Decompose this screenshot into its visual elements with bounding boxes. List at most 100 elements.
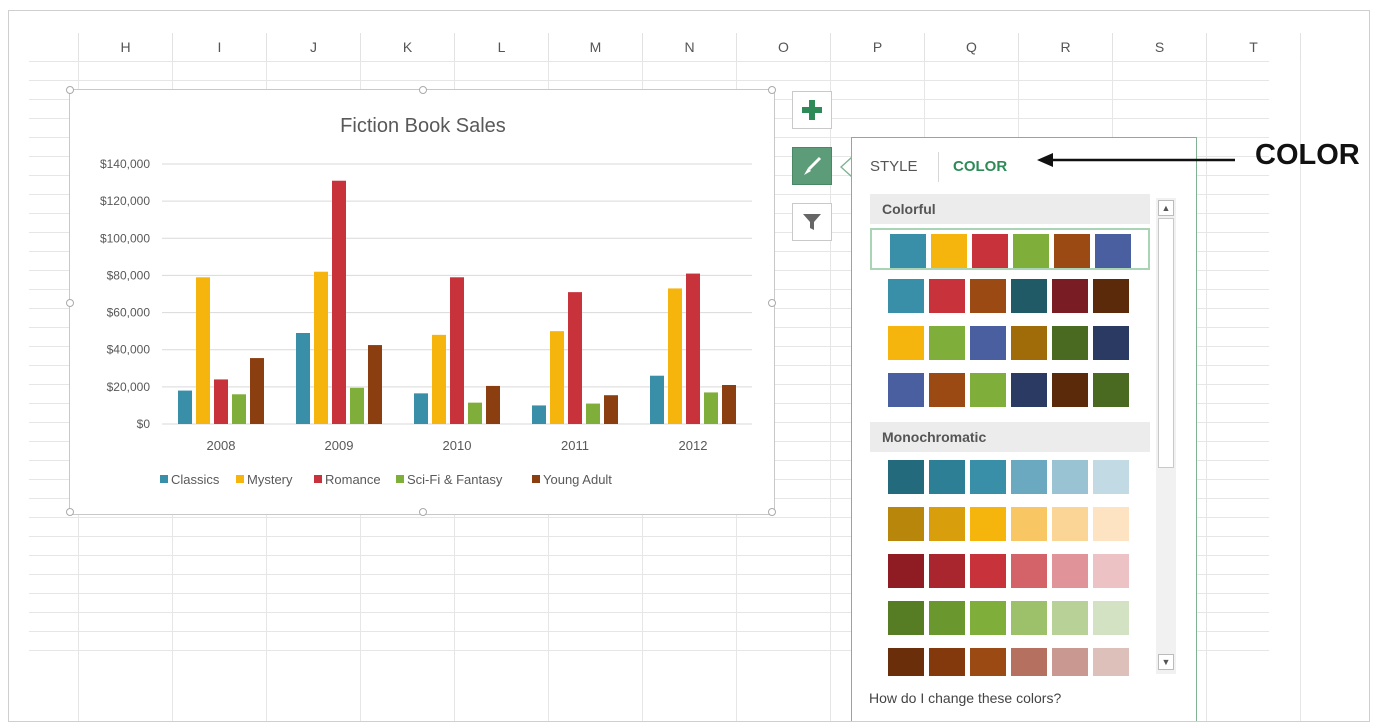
bar-chart: Fiction Book Sales $0 $20,000 $40,000 $60,00… bbox=[100, 115, 752, 487]
column-header-T[interactable]: T bbox=[1207, 33, 1301, 61]
column-header-S[interactable]: S bbox=[1113, 33, 1207, 61]
color-swatch bbox=[1052, 648, 1088, 676]
legend-swatch bbox=[236, 475, 244, 483]
bar-classics-2009 bbox=[296, 333, 310, 424]
column-header-partial[interactable] bbox=[29, 33, 79, 61]
color-swatch bbox=[888, 279, 924, 313]
color-swatch bbox=[1052, 326, 1088, 360]
legend-label: Mystery bbox=[247, 472, 293, 487]
color-palette-option[interactable] bbox=[870, 275, 1150, 317]
help-link[interactable]: How do I change these colors? bbox=[869, 690, 1061, 706]
scroll-down-icon[interactable]: ▼ bbox=[1158, 654, 1174, 670]
color-swatch bbox=[970, 601, 1006, 635]
column-header-M[interactable]: M bbox=[549, 33, 643, 61]
bar-classics-2010 bbox=[414, 393, 428, 424]
bar-young-adult-2012 bbox=[722, 385, 736, 424]
bar-young-adult-2009 bbox=[368, 345, 382, 424]
color-palette-option[interactable] bbox=[870, 597, 1150, 639]
column-header-L[interactable]: L bbox=[455, 33, 549, 61]
bar-sci-fi-fantasy-2010 bbox=[468, 402, 482, 424]
color-swatch bbox=[1093, 460, 1129, 494]
color-palette-option[interactable] bbox=[870, 228, 1150, 270]
color-swatch bbox=[929, 460, 965, 494]
color-swatch bbox=[1011, 648, 1047, 676]
y-tick-label: $40,000 bbox=[107, 343, 151, 357]
bar-young-adult-2008 bbox=[250, 358, 264, 424]
color-swatch bbox=[888, 460, 924, 494]
scrollbar[interactable]: ▲ ▼ bbox=[1156, 198, 1176, 674]
bar-mystery-2011 bbox=[550, 331, 564, 424]
color-swatch bbox=[1011, 326, 1047, 360]
scroll-up-icon[interactable]: ▲ bbox=[1158, 200, 1174, 216]
scroll-thumb[interactable] bbox=[1158, 218, 1174, 468]
color-palette-option[interactable] bbox=[870, 369, 1150, 411]
plus-icon bbox=[802, 100, 822, 120]
color-palette-option[interactable] bbox=[870, 456, 1150, 498]
annotation-arrow-icon bbox=[1037, 153, 1235, 167]
grid-line bbox=[29, 61, 1269, 62]
bar-classics-2008 bbox=[178, 390, 192, 424]
bar-mystery-2012 bbox=[668, 288, 682, 424]
color-swatch bbox=[1011, 601, 1047, 635]
column-header-R[interactable]: R bbox=[1019, 33, 1113, 61]
column-header-K[interactable]: K bbox=[361, 33, 455, 61]
color-swatch bbox=[970, 373, 1006, 407]
bar-romance-2011 bbox=[568, 292, 582, 424]
color-swatch bbox=[1052, 601, 1088, 635]
color-palette-option[interactable] bbox=[870, 503, 1150, 545]
tab-color[interactable]: COLOR bbox=[953, 158, 1007, 175]
bar-sci-fi-fantasy-2008 bbox=[232, 394, 246, 424]
legend-swatch bbox=[160, 475, 168, 483]
bar-mystery-2010 bbox=[432, 334, 446, 424]
bar-romance-2009 bbox=[332, 180, 346, 424]
column-header-I[interactable]: I bbox=[173, 33, 267, 61]
color-swatch bbox=[1052, 507, 1088, 541]
column-header-Q[interactable]: Q bbox=[925, 33, 1019, 61]
bar-mystery-2008 bbox=[196, 277, 210, 424]
y-tick-label: $60,000 bbox=[107, 306, 151, 320]
legend-label: Classics bbox=[171, 472, 220, 487]
color-swatch bbox=[1011, 554, 1047, 588]
column-header-N[interactable]: N bbox=[643, 33, 737, 61]
column-header-H[interactable]: H bbox=[79, 33, 173, 61]
color-swatch bbox=[1093, 279, 1129, 313]
y-tick-label: $0 bbox=[137, 417, 151, 431]
chart-filters-button[interactable] bbox=[792, 203, 832, 241]
screenshot-frame: HIJKLMNOPQRST Fiction Book Sales $0 $20,00… bbox=[8, 10, 1370, 722]
section-heading: Monochromatic bbox=[870, 422, 1150, 452]
chart-style-panel: STYLE COLOR Colorful Monochromatic ▲ ▼ Ho… bbox=[851, 137, 1197, 721]
color-palette-option[interactable] bbox=[870, 322, 1150, 364]
legend-swatch bbox=[396, 475, 404, 483]
color-swatch bbox=[1095, 234, 1131, 268]
color-swatch bbox=[890, 234, 926, 268]
bar-sci-fi-fantasy-2012 bbox=[704, 392, 718, 424]
color-swatch bbox=[929, 326, 965, 360]
column-header-P[interactable]: P bbox=[831, 33, 925, 61]
legend-label: Young Adult bbox=[543, 472, 612, 487]
legend-swatch bbox=[314, 475, 322, 483]
x-tick-label: 2009 bbox=[325, 438, 354, 453]
bar-classics-2012 bbox=[650, 375, 664, 424]
color-swatch bbox=[1093, 507, 1129, 541]
tab-divider bbox=[938, 152, 939, 182]
chart-styles-button[interactable] bbox=[792, 147, 832, 185]
color-swatch bbox=[972, 234, 1008, 268]
color-swatch bbox=[888, 601, 924, 635]
color-palette-option[interactable] bbox=[870, 550, 1150, 592]
column-header-J[interactable]: J bbox=[267, 33, 361, 61]
bar-sci-fi-fantasy-2011 bbox=[586, 403, 600, 424]
color-swatch bbox=[970, 648, 1006, 676]
chart-container[interactable]: Fiction Book Sales $0 $20,000 $40,000 $60,00… bbox=[66, 86, 776, 516]
color-swatch bbox=[931, 234, 967, 268]
color-swatch bbox=[929, 507, 965, 541]
grid-line bbox=[29, 80, 1269, 81]
color-palette-option[interactable] bbox=[870, 644, 1150, 676]
column-header-O[interactable]: O bbox=[737, 33, 831, 61]
section-heading: Colorful bbox=[870, 194, 1150, 224]
color-swatch bbox=[970, 326, 1006, 360]
y-tick-label: $80,000 bbox=[107, 268, 151, 282]
chart-elements-button[interactable] bbox=[792, 91, 832, 129]
color-swatch bbox=[1054, 234, 1090, 268]
tab-style[interactable]: STYLE bbox=[870, 158, 918, 175]
color-swatch bbox=[929, 554, 965, 588]
